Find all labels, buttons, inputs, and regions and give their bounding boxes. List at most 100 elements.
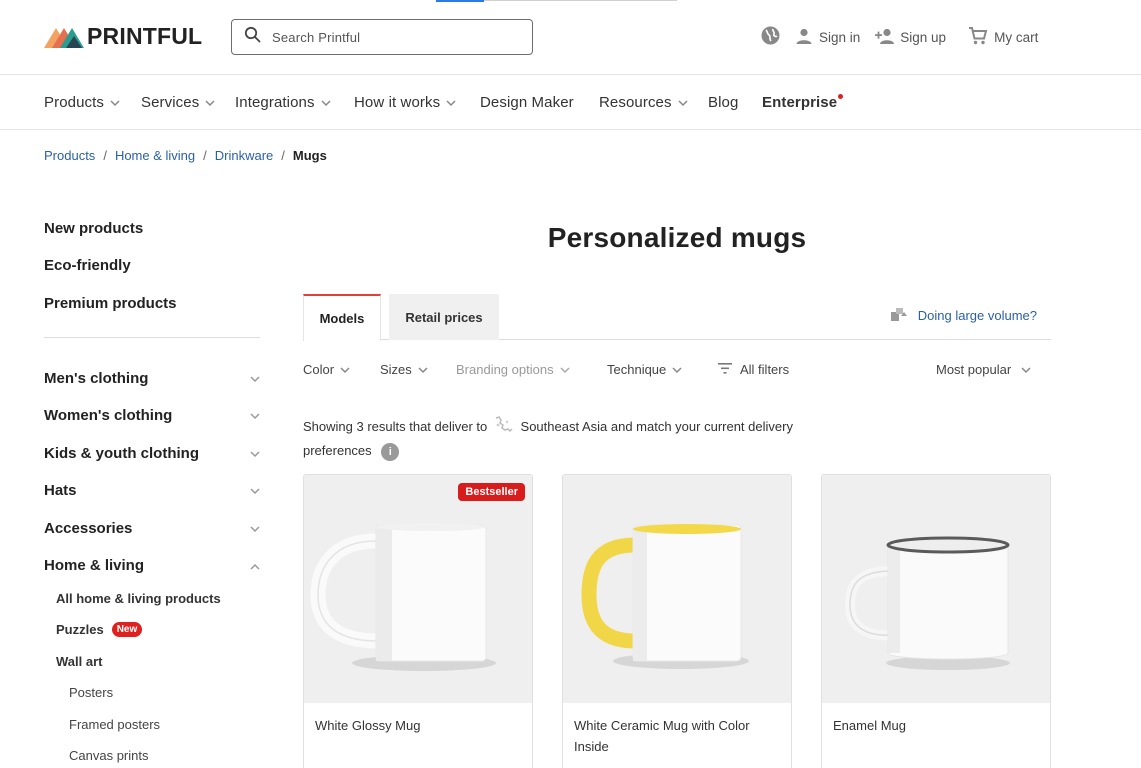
info-icon[interactable]: i [381, 442, 400, 461]
nav-blog[interactable]: Blog [708, 94, 738, 111]
product-image [304, 475, 532, 703]
breadcrumb-separator: / [203, 148, 207, 163]
sign-up-label: Sign up [900, 29, 947, 45]
breadcrumb-current: Mugs [292, 148, 327, 163]
filter-label: Technique [607, 362, 667, 377]
product-card-white-ceramic-mug-color-inside[interactable]: White Ceramic Mug with Color Inside [562, 474, 792, 768]
boxes-icon [890, 306, 908, 325]
sidebar-item-hats[interactable]: Hats [44, 482, 260, 499]
product-name: Enamel Mug [833, 718, 906, 733]
nav-label: Products [44, 94, 104, 111]
product-card-enamel-mug[interactable]: Enamel Mug ★★★★★ [821, 474, 1051, 768]
breadcrumb-home-living[interactable]: Home & living [115, 148, 195, 163]
sort-label: Most popular [936, 362, 1012, 377]
sidebar-subitem-all-home-living[interactable]: All home & living products [56, 591, 221, 606]
tab-models[interactable]: Models [303, 294, 381, 341]
filter-label: Sizes [380, 362, 412, 377]
sidebar-item-accessories[interactable]: Accessories [44, 520, 260, 537]
filter-color[interactable]: Color [303, 362, 350, 377]
chevron-down-icon [250, 482, 260, 499]
nav-label: Resources [599, 94, 672, 111]
breadcrumb-products[interactable]: Products [44, 148, 95, 163]
filter-label: Color [303, 362, 335, 377]
sidebar-subitem-puzzles[interactable]: Puzzles New [56, 622, 143, 637]
breadcrumb-separator: / [103, 148, 107, 163]
chevron-down-icon [672, 362, 682, 377]
search-input[interactable]: Search Printful [231, 19, 533, 55]
nav-design-maker[interactable]: Design Maker [480, 94, 574, 111]
sign-up-link[interactable]: Sign up [874, 27, 946, 48]
product-tabs: Models Retail prices Doing large volume? [303, 294, 1051, 341]
nav-enterprise[interactable]: Enterprise [762, 94, 837, 111]
sidebar-eco-friendly[interactable]: Eco-friendly [44, 257, 131, 274]
chevron-down-icon [250, 407, 260, 424]
chevron-down-icon [250, 445, 260, 462]
nav-label: How it works [354, 94, 441, 111]
sidebar-divider [44, 337, 260, 338]
sidebar-item-label: Home & living [44, 557, 145, 574]
sidebar-subsubitem-posters[interactable]: Posters [69, 685, 113, 700]
nav-how-it-works[interactable]: How it works [354, 94, 456, 111]
product-image [822, 475, 1050, 703]
sidebar-item-womens-clothing[interactable]: Women's clothing [44, 407, 260, 424]
logo-text: PRINTFUL [87, 22, 203, 49]
sidebar-item-home-living[interactable]: Home & living [44, 557, 260, 574]
results-text: Showing 3 results that deliver to [303, 418, 488, 434]
sign-in-link[interactable]: Sign in [795, 27, 860, 48]
nav-resources[interactable]: Resources [599, 94, 688, 111]
search-icon [244, 26, 261, 48]
large-volume-link[interactable]: Doing large volume? [890, 306, 1037, 325]
tab-retail-prices[interactable]: Retail prices [389, 294, 499, 340]
new-badge: New [111, 622, 143, 637]
cart-link[interactable]: My cart [968, 26, 1038, 49]
chevron-down-icon [110, 94, 120, 111]
product-card-white-glossy-mug[interactable]: Bestseller White Glossy Mug ★★★★★ [303, 474, 533, 768]
header: PRINTFUL Search Printful Sign in Sign up [0, 0, 1141, 75]
breadcrumb-separator: / [281, 148, 285, 163]
main-nav: Products Services Integrations How it wo… [0, 75, 1141, 130]
chevron-down-icon [340, 362, 350, 377]
chevron-down-icon [560, 362, 570, 377]
nav-integrations[interactable]: Integrations [235, 94, 331, 111]
sidebar-item-mens-clothing[interactable]: Men's clothing [44, 370, 260, 387]
product-name: White Glossy Mug [315, 718, 421, 733]
printful-logo[interactable]: PRINTFUL [44, 22, 203, 49]
filter-technique[interactable]: Technique [607, 362, 682, 377]
sidebar-item-kids-youth[interactable]: Kids & youth clothing [44, 445, 260, 462]
sidebar-subsubitem-framed-posters[interactable]: Framed posters [69, 717, 160, 732]
sidebar-item-label: Kids & youth clothing [44, 445, 199, 462]
cart-icon [968, 26, 988, 49]
page-title: Personalized mugs [547, 222, 807, 253]
add-user-icon [874, 27, 896, 48]
nav-label: Enterprise [762, 94, 838, 111]
globe-icon [760, 25, 781, 49]
filter-branding-options[interactable]: Branding options [456, 362, 570, 377]
filter-icon [718, 362, 732, 377]
sidebar-subsubitem-canvas-prints[interactable]: Canvas prints [69, 748, 148, 763]
sort-dropdown[interactable]: Most popular [936, 362, 1031, 377]
nav-products[interactable]: Products [44, 94, 120, 111]
sidebar-item-label: Puzzles [56, 622, 104, 637]
sidebar-premium-products[interactable]: Premium products [44, 295, 177, 312]
filter-sizes[interactable]: Sizes [380, 362, 428, 377]
sidebar-new-products[interactable]: New products [44, 220, 143, 237]
cart-label: My cart [994, 29, 1039, 45]
filter-bar: Color Sizes Branding options Technique A… [303, 362, 1051, 382]
chevron-down-icon [205, 94, 215, 111]
chevron-down-icon [446, 94, 456, 111]
sidebar-item-label: Accessories [44, 520, 133, 537]
product-name: White Ceramic Mug with Color Inside [574, 718, 750, 754]
sign-in-label: Sign in [819, 29, 861, 45]
language-button[interactable] [760, 25, 781, 49]
filter-label: Branding options [456, 362, 554, 377]
nav-label: Design Maker [480, 94, 574, 111]
account-actions: Sign in Sign up My cart [760, 25, 1038, 49]
breadcrumb-drinkware[interactable]: Drinkware [215, 148, 274, 163]
filter-all-filters[interactable]: All filters [718, 362, 789, 377]
sidebar-item-label: Men's clothing [44, 370, 149, 387]
nav-services[interactable]: Services [141, 94, 215, 111]
sidebar-subitem-wall-art[interactable]: Wall art [56, 654, 102, 669]
printful-logo-icon [44, 24, 86, 48]
nav-label: Services [141, 94, 200, 111]
user-icon [795, 27, 813, 48]
